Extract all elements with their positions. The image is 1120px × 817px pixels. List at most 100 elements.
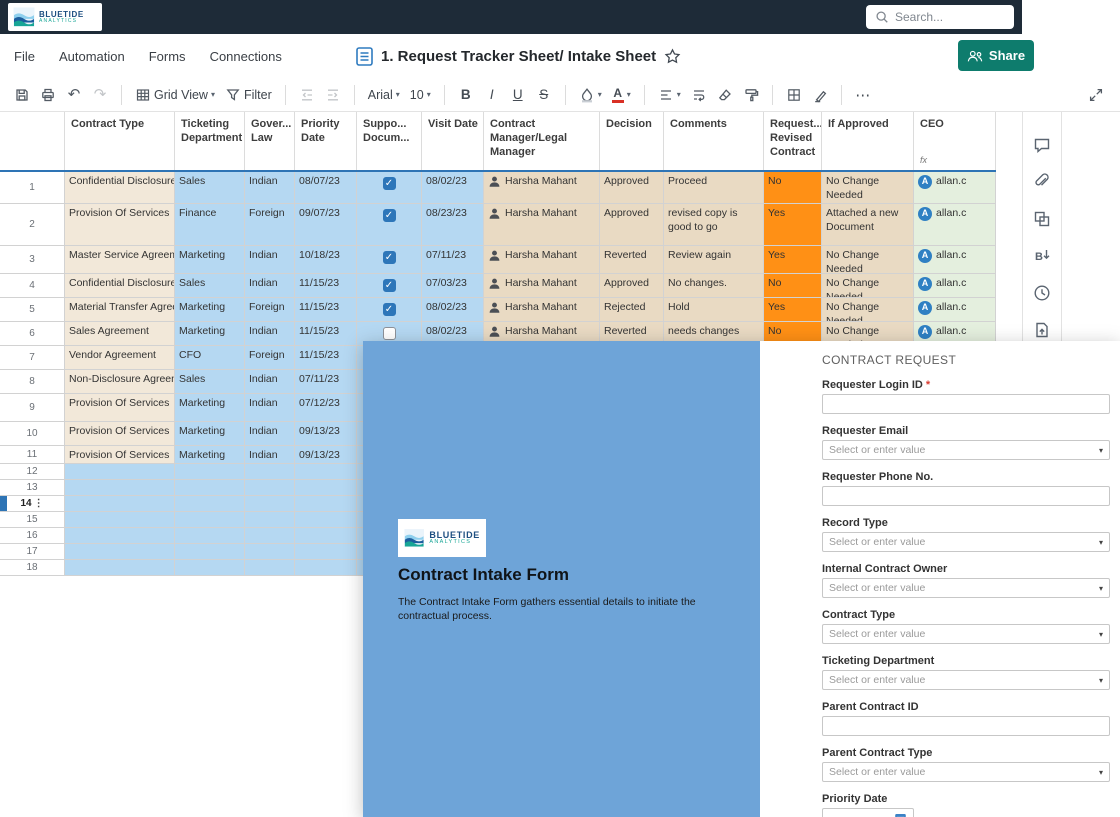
print-button[interactable] (36, 82, 60, 108)
cell-if_approved[interactable]: No Change Needed (822, 172, 914, 204)
row-number[interactable]: 17 (0, 544, 65, 560)
cell-law[interactable]: Indian (245, 446, 295, 464)
date-input[interactable] (822, 808, 914, 817)
cell-ticketing[interactable]: Sales (175, 370, 245, 394)
cell-revised[interactable]: No (764, 172, 822, 204)
cell-law[interactable]: Indian (245, 274, 295, 298)
row-number[interactable]: 12 (0, 464, 65, 480)
cell-law[interactable] (245, 512, 295, 528)
cell-law[interactable]: Foreign (245, 298, 295, 322)
cell-comments[interactable]: No changes. (664, 274, 764, 298)
cell-priority[interactable]: 09/07/23 (295, 204, 357, 246)
rail-conversations-button[interactable] (1031, 134, 1053, 156)
cell-supporting_doc[interactable]: ✓ (357, 274, 422, 298)
menu-connections[interactable]: Connections (210, 49, 282, 64)
row-number[interactable]: 1 (0, 172, 65, 204)
cell-priority[interactable]: 11/15/23 (295, 322, 357, 346)
wrap-text-button[interactable] (687, 82, 711, 108)
filter-button[interactable]: Filter (221, 82, 276, 108)
menu-file[interactable]: File (14, 49, 35, 64)
cell-revised[interactable]: No (764, 274, 822, 298)
clear-format-button[interactable] (713, 82, 737, 108)
app-logo[interactable]: BLUETIDE ANALYTICS (8, 3, 102, 31)
cell-ticketing[interactable] (175, 512, 245, 528)
cell-law[interactable] (245, 480, 295, 496)
row-number[interactable]: 14⋮ (0, 496, 65, 512)
font-size-selector[interactable]: 10 ▾ (406, 82, 435, 108)
text-input[interactable] (822, 716, 1110, 736)
cell-supporting_doc[interactable]: ✓ (357, 298, 422, 322)
row-number[interactable]: 6 (0, 322, 65, 346)
cell-law[interactable] (245, 560, 295, 576)
text-input[interactable] (822, 394, 1110, 414)
cell-contract_type[interactable] (65, 480, 175, 496)
cell-contract_type[interactable]: Provision Of Services (65, 422, 175, 446)
search-input[interactable]: Search... (866, 5, 1014, 29)
cell-ticketing[interactable]: Sales (175, 274, 245, 298)
column-header-supporting_doc[interactable]: Suppo... Docum... (357, 112, 422, 170)
cell-priority[interactable] (295, 480, 357, 496)
cell-manager[interactable]: Harsha Mahant (484, 274, 600, 298)
favorite-star-icon[interactable] (664, 48, 681, 65)
cell-ceo[interactable]: Aallan.c (914, 274, 996, 298)
cell-ticketing[interactable] (175, 544, 245, 560)
cell-contract_type[interactable]: Material Transfer Agree (65, 298, 175, 322)
cell-manager[interactable]: Harsha Mahant (484, 204, 600, 246)
cell-contract_type[interactable] (65, 496, 175, 512)
cell-ceo[interactable]: Aallan.c (914, 204, 996, 246)
more-options-button[interactable]: ⋯ (851, 82, 875, 108)
font-family-selector[interactable]: Arial ▾ (364, 82, 404, 108)
borders-button[interactable] (782, 82, 806, 108)
cell-law[interactable] (245, 496, 295, 512)
cell-if_approved[interactable]: No Change Needed (822, 246, 914, 274)
cell-priority[interactable] (295, 496, 357, 512)
cell-priority[interactable] (295, 512, 357, 528)
cell-revised[interactable]: Yes (764, 298, 822, 322)
cell-priority[interactable]: 11/15/23 (295, 298, 357, 322)
checkbox-unchecked[interactable] (383, 327, 396, 340)
cell-law[interactable]: Indian (245, 422, 295, 446)
cell-priority[interactable] (295, 560, 357, 576)
indent-button[interactable] (321, 82, 345, 108)
cell-law[interactable] (245, 528, 295, 544)
share-button[interactable]: Share (958, 40, 1034, 71)
cell-ceo[interactable]: Aallan.c (914, 298, 996, 322)
cell-if_approved[interactable]: No Change Needed (822, 274, 914, 298)
cell-contract_type[interactable] (65, 528, 175, 544)
row-number[interactable]: 13 (0, 480, 65, 496)
cell-ticketing[interactable]: Sales (175, 172, 245, 204)
rail-proofs-button[interactable] (1031, 208, 1053, 230)
select-input[interactable]: Select or enter value▾ (822, 440, 1110, 460)
cell-priority[interactable]: 09/13/23 (295, 422, 357, 446)
cell-ticketing[interactable] (175, 464, 245, 480)
cell-ticketing[interactable]: Marketing (175, 298, 245, 322)
cell-priority[interactable]: 08/07/23 (295, 172, 357, 204)
row-number[interactable]: 16 (0, 528, 65, 544)
cell-ticketing[interactable]: Marketing (175, 422, 245, 446)
column-header-manager[interactable]: Contract Manager/Legal Manager (484, 112, 600, 170)
cell-ceo[interactable]: Aallan.c (914, 172, 996, 204)
row-number[interactable]: 15 (0, 512, 65, 528)
cell-manager[interactable]: Harsha Mahant (484, 246, 600, 274)
cell-priority[interactable] (295, 464, 357, 480)
cell-comments[interactable]: Hold (664, 298, 764, 322)
cell-decision[interactable]: Approved (600, 172, 664, 204)
cell-contract_type[interactable]: Master Service Agreem (65, 246, 175, 274)
cell-ticketing[interactable]: Marketing (175, 322, 245, 346)
save-button[interactable] (10, 82, 34, 108)
cell-law[interactable]: Indian (245, 370, 295, 394)
checkbox-checked[interactable]: ✓ (383, 303, 396, 316)
cell-visit[interactable]: 07/03/23 (422, 274, 484, 298)
select-input[interactable]: Select or enter value▾ (822, 578, 1110, 598)
row-number[interactable]: 7 (0, 346, 65, 370)
cell-law[interactable] (245, 544, 295, 560)
cell-decision[interactable]: Reverted (600, 246, 664, 274)
row-number[interactable]: 10 (0, 422, 65, 446)
cell-comments[interactable]: revised copy is good to go (664, 204, 764, 246)
row-number[interactable]: 4 (0, 274, 65, 298)
cell-contract_type[interactable]: Confidential Disclosure (65, 274, 175, 298)
cell-contract_type[interactable] (65, 512, 175, 528)
cell-supporting_doc[interactable]: ✓ (357, 246, 422, 274)
cell-law[interactable]: Foreign (245, 346, 295, 370)
column-header-law[interactable]: Gover... Law (245, 112, 295, 170)
